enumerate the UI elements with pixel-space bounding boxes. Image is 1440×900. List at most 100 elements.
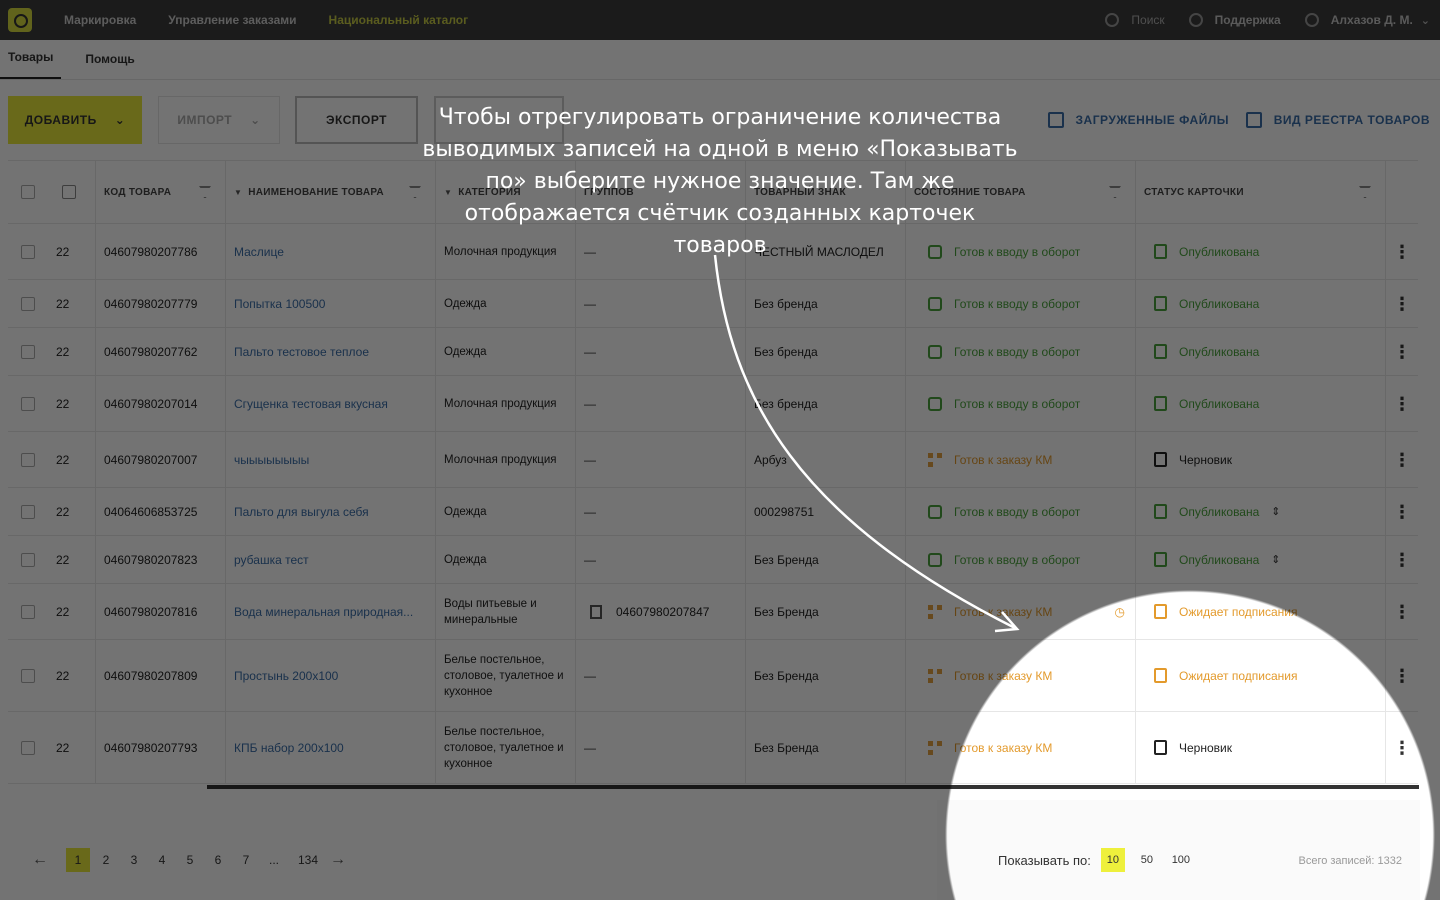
page-number[interactable]: 1 bbox=[66, 848, 90, 872]
product-name-link[interactable]: Сгущенка тестовая вкусная bbox=[234, 397, 388, 411]
add-button[interactable]: ДОБАВИТЬ ⌄ bbox=[8, 96, 142, 144]
brand-value: Арбуз bbox=[754, 452, 787, 467]
category-cell: Белье постельное, столовое, туалетное и … bbox=[436, 640, 576, 711]
row-checkbox[interactable] bbox=[21, 244, 35, 259]
expand-icon[interactable]: ⇕ bbox=[1271, 505, 1280, 518]
table-row[interactable]: 22 04607980207007 чыыыыыыыы Молочная про… bbox=[8, 432, 1418, 488]
calendar-icon[interactable] bbox=[62, 185, 76, 199]
status-header[interactable]: СТАТУС КАРТОЧКИ bbox=[1136, 161, 1386, 223]
page-number[interactable]: 4 bbox=[150, 848, 174, 872]
code-cell: 04607980207779 bbox=[96, 280, 226, 327]
page-number[interactable]: 7 bbox=[234, 848, 258, 872]
row-checkbox[interactable] bbox=[21, 604, 35, 619]
export-button[interactable]: ЭКСПОРТ bbox=[295, 96, 418, 144]
select-all-checkbox[interactable] bbox=[21, 185, 35, 199]
more-vertical-icon[interactable]: ⋮ bbox=[1393, 503, 1411, 521]
row-checkbox[interactable] bbox=[21, 344, 35, 359]
table-row[interactable]: 22 04607980207823 рубашка тест Одежда — … bbox=[8, 536, 1418, 584]
more-vertical-icon[interactable]: ⋮ bbox=[1393, 243, 1411, 261]
code-header[interactable]: КОД ТОВАРА bbox=[96, 161, 226, 223]
row-checkbox[interactable] bbox=[21, 396, 35, 411]
brand-cell: Арбуз bbox=[746, 432, 906, 487]
date-value: 22 bbox=[56, 296, 70, 311]
more-vertical-icon[interactable]: ⋮ bbox=[1393, 667, 1411, 685]
user-menu[interactable]: Алхазов Д. М. ⌄ bbox=[1304, 13, 1430, 27]
name-header[interactable]: ▼ НАИМЕНОВАНИЕ ТОВАРА bbox=[226, 161, 436, 223]
registry-view-link[interactable]: ВИД РЕЕСТРА ТОВАРОВ bbox=[1245, 96, 1430, 144]
nav-item-orders[interactable]: Управление заказами bbox=[168, 13, 296, 27]
table-row[interactable]: 22 04064606853725 Пальто для выгула себя… bbox=[8, 488, 1418, 536]
row-menu-cell: ⋮ bbox=[1386, 488, 1418, 535]
per-page-option-10[interactable]: 10 bbox=[1100, 848, 1125, 872]
product-name-link[interactable]: Попытка 100500 bbox=[234, 297, 325, 311]
nav-item-marking[interactable]: Маркировка bbox=[64, 13, 136, 27]
per-page-option-100[interactable]: 100 bbox=[1169, 848, 1193, 872]
per-page-option-50[interactable]: 50 bbox=[1135, 848, 1159, 872]
table-row[interactable]: 22 04607980207762 Пальто тестовое теплое… bbox=[8, 328, 1418, 376]
nav-item-national-catalog[interactable]: Национальный каталог bbox=[329, 13, 469, 27]
product-name-link[interactable]: рубашка тест bbox=[234, 553, 309, 567]
table-row[interactable]: 22 04607980207779 Попытка 100500 Одежда … bbox=[8, 280, 1418, 328]
row-checkbox[interactable] bbox=[21, 668, 35, 683]
brand-cell: Без бренда bbox=[746, 280, 906, 327]
import-button[interactable]: ИМПОРТ ⌄ bbox=[158, 96, 280, 144]
horizontal-scrollbar[interactable] bbox=[207, 785, 1419, 789]
chevron-down-icon: ⌄ bbox=[114, 113, 126, 127]
state-cell: Готов к вводу в оборот bbox=[906, 280, 1136, 327]
more-vertical-icon[interactable]: ⋮ bbox=[1393, 343, 1411, 361]
product-name-link[interactable]: Вода минеральная природная... bbox=[234, 605, 413, 619]
row-checkbox[interactable] bbox=[21, 552, 35, 567]
sort-icon[interactable]: ▼ bbox=[234, 188, 242, 197]
expand-icon[interactable]: ⇕ bbox=[1271, 553, 1280, 566]
more-vertical-icon[interactable]: ⋮ bbox=[1393, 295, 1411, 313]
name-cell: Сгущенка тестовая вкусная bbox=[226, 376, 436, 431]
date-value: 22 bbox=[56, 668, 70, 683]
product-name-link[interactable]: Пальто тестовое теплое bbox=[234, 345, 369, 359]
more-vertical-icon[interactable]: ⋮ bbox=[1393, 395, 1411, 413]
row-checkbox[interactable] bbox=[21, 296, 35, 311]
row-checkbox[interactable] bbox=[21, 740, 35, 755]
group-value: — bbox=[584, 396, 596, 411]
copy-icon[interactable] bbox=[590, 604, 602, 619]
code-value: 04607980207793 bbox=[104, 740, 198, 755]
app-logo-icon[interactable] bbox=[8, 8, 32, 32]
product-name-link[interactable]: чыыыыыыыы bbox=[234, 453, 309, 467]
search-button[interactable]: Поиск bbox=[1105, 13, 1165, 27]
next-page-arrow-icon[interactable]: → bbox=[330, 851, 354, 869]
tab-products[interactable]: Товары bbox=[0, 50, 62, 79]
support-button[interactable]: Поддержка bbox=[1188, 13, 1281, 27]
tab-help[interactable]: Помощь bbox=[77, 52, 142, 79]
product-name-link[interactable]: КПБ набор 200х100 bbox=[234, 741, 344, 755]
date-value: 22 bbox=[56, 244, 70, 259]
more-vertical-icon[interactable]: ⋮ bbox=[1393, 603, 1411, 621]
table-row[interactable]: 22 04607980207816 Вода минеральная приро… bbox=[8, 584, 1418, 640]
product-name-link[interactable]: Маслице bbox=[234, 245, 284, 259]
status-cell: Опубликована ⇕ bbox=[1136, 536, 1386, 583]
filter-icon[interactable] bbox=[199, 186, 211, 198]
page-number[interactable]: 3 bbox=[122, 848, 146, 872]
card-status-icon bbox=[1154, 244, 1167, 259]
page-number[interactable]: 134 bbox=[296, 848, 320, 872]
uploaded-files-link[interactable]: ЗАГРУЖЕННЫЕ ФАЙЛЫ bbox=[1047, 96, 1229, 144]
state-cell: Готов к заказу КМ ◷ bbox=[906, 584, 1136, 639]
product-name-link[interactable]: Пальто для выгула себя bbox=[234, 505, 369, 519]
table-row[interactable]: 22 04607980207014 Сгущенка тестовая вкус… bbox=[8, 376, 1418, 432]
row-menu-cell: ⋮ bbox=[1386, 376, 1418, 431]
table-row[interactable]: 22 04607980207809 Простынь 200х100 Белье… bbox=[8, 640, 1418, 712]
row-checkbox[interactable] bbox=[21, 504, 35, 519]
table-row[interactable]: 22 04607980207793 КПБ набор 200х100 Бель… bbox=[8, 712, 1418, 784]
status-cell: Опубликована bbox=[1136, 280, 1386, 327]
page-number[interactable]: 2 bbox=[94, 848, 118, 872]
page-number[interactable]: 6 bbox=[206, 848, 230, 872]
status-value: Опубликована bbox=[1179, 244, 1260, 259]
filter-icon[interactable] bbox=[1359, 186, 1371, 198]
prev-page-arrow-icon[interactable]: ← bbox=[32, 851, 56, 869]
more-vertical-icon[interactable]: ⋮ bbox=[1393, 451, 1411, 469]
page-number[interactable]: 5 bbox=[178, 848, 202, 872]
more-vertical-icon[interactable]: ⋮ bbox=[1393, 551, 1411, 569]
row-checkbox[interactable] bbox=[21, 452, 35, 467]
product-name-link[interactable]: Простынь 200х100 bbox=[234, 669, 338, 683]
nav-right: Поиск Поддержка Алхазов Д. М. ⌄ bbox=[1105, 0, 1440, 40]
filter-icon[interactable] bbox=[1109, 186, 1121, 198]
more-vertical-icon[interactable]: ⋮ bbox=[1393, 739, 1411, 757]
